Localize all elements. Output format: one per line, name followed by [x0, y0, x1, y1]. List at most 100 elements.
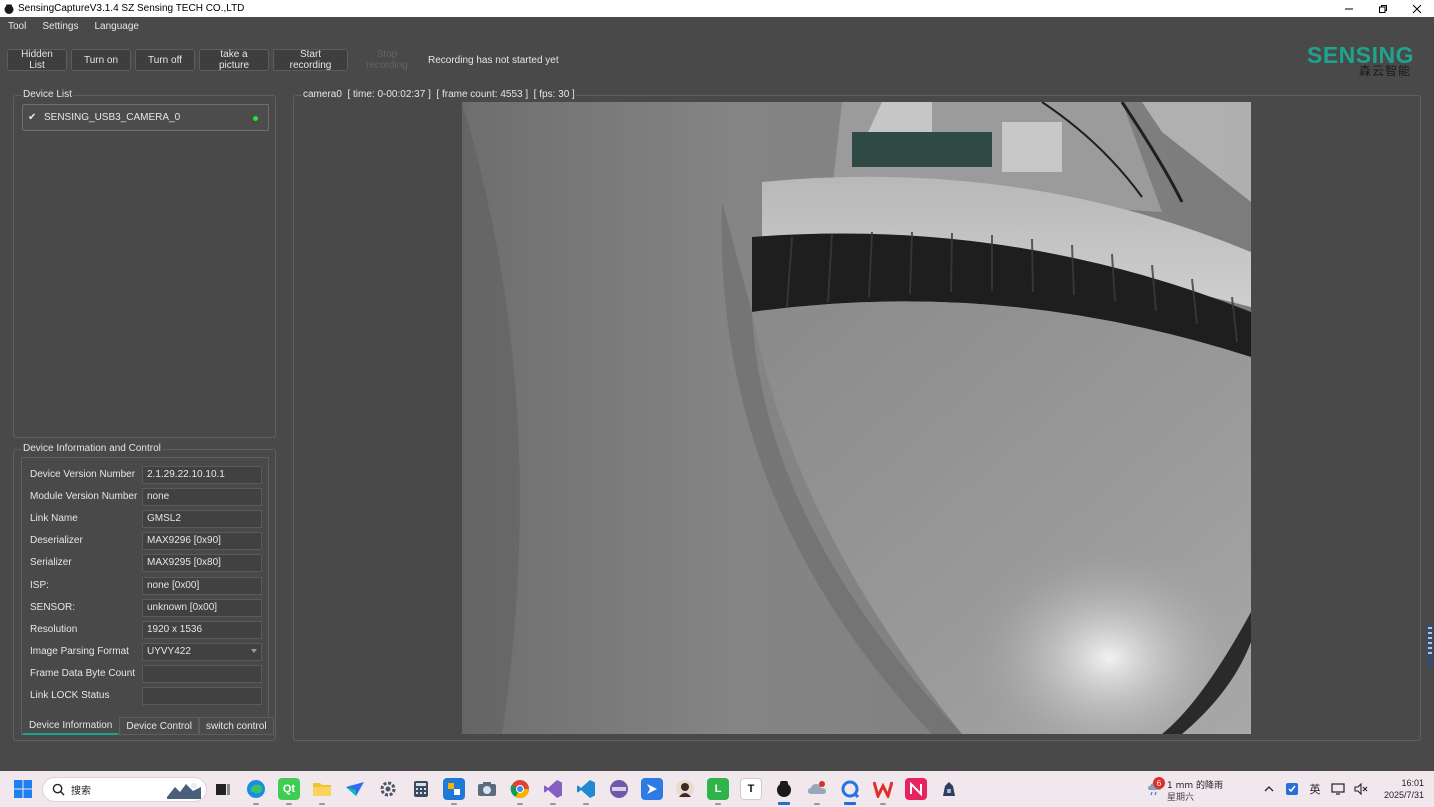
- system-tray: 英: [1262, 779, 1368, 799]
- show-hidden-icons-chevron-up-icon[interactable]: [1262, 782, 1276, 796]
- device-list-panel: Device List ✔ SENSING_USB3_CAMERA_0: [13, 89, 276, 438]
- app-arrow-icon[interactable]: [641, 778, 663, 800]
- camera-image: [462, 102, 1251, 734]
- device-list-title: Device List: [22, 89, 73, 101]
- info-label: Resolution: [30, 624, 78, 635]
- search-placeholder: 搜索: [71, 786, 91, 797]
- calculator-icon[interactable]: [410, 778, 432, 800]
- menu-settings[interactable]: Settings: [34, 21, 86, 32]
- info-label: Device Version Number: [30, 469, 136, 480]
- hidden-list-button[interactable]: Hidden List: [7, 49, 67, 71]
- serializer-field[interactable]: MAX9295 [0x80]: [142, 553, 262, 572]
- start-recording-button[interactable]: Start recording: [273, 49, 348, 71]
- tray-app-icon[interactable]: [1285, 782, 1299, 796]
- app-green-icon[interactable]: L: [707, 778, 729, 805]
- info-label: Image Parsing Format: [30, 646, 129, 657]
- isp-field[interactable]: none [0x00]: [142, 576, 262, 595]
- app-dark-icon[interactable]: [938, 778, 960, 800]
- take-picture-button[interactable]: take a picture: [199, 49, 269, 71]
- module-version-field[interactable]: none: [142, 487, 262, 506]
- taskbar-clock[interactable]: 16:01 2025/7/31: [1372, 777, 1424, 801]
- link-lock-status-field[interactable]: [142, 686, 262, 705]
- weather-line2: 星期六: [1167, 793, 1195, 803]
- weather-badge: 6: [1153, 777, 1165, 789]
- sensor-field[interactable]: unknown [0x00]: [142, 598, 262, 617]
- clock-date: 2025/7/31: [1383, 790, 1424, 800]
- side-drag-handle[interactable]: [1426, 624, 1434, 668]
- turn-off-button[interactable]: Turn off: [135, 49, 195, 71]
- app-purple-icon[interactable]: [608, 778, 630, 800]
- app-loop-icon[interactable]: [839, 778, 861, 805]
- sensingcapture-icon[interactable]: [773, 778, 795, 805]
- camera-preview[interactable]: [462, 102, 1251, 734]
- turn-on-button[interactable]: Turn on: [71, 49, 131, 71]
- feishu-icon[interactable]: [344, 778, 366, 800]
- tab-device-control[interactable]: Device Control: [119, 717, 199, 735]
- typora-icon[interactable]: T: [740, 778, 762, 800]
- start-button[interactable]: [14, 780, 32, 798]
- image-format-value: UYVY422: [147, 646, 191, 657]
- vscode-icon[interactable]: [575, 778, 597, 805]
- menu-bar: Tool Settings Language: [0, 17, 1434, 36]
- restore-icon: [1379, 4, 1387, 13]
- app-pink-icon[interactable]: [905, 778, 927, 800]
- volume-muted-icon[interactable]: [1354, 782, 1368, 796]
- wps-icon[interactable]: [872, 778, 894, 805]
- edge-icon[interactable]: [245, 778, 267, 805]
- chrome-icon[interactable]: [509, 778, 531, 805]
- deserializer-field[interactable]: MAX9296 [0x90]: [142, 531, 262, 550]
- chevron-down-icon: [251, 648, 257, 653]
- info-label: Deserializer: [30, 535, 83, 546]
- task-view-icon[interactable]: [212, 778, 234, 800]
- toolbar: Hidden List Turn on Turn off take a pict…: [7, 49, 559, 71]
- info-label: Frame Data Byte Count: [30, 668, 136, 679]
- app-store-icon[interactable]: [443, 778, 465, 805]
- resolution-field[interactable]: 1920 x 1536: [142, 620, 262, 639]
- info-row: Module Version Number none: [22, 487, 270, 506]
- app-icon: [3, 3, 15, 15]
- info-row: Link LOCK Status: [22, 686, 270, 705]
- close-icon: [1412, 4, 1422, 13]
- device-info-panel: Device Information and Control Device Ve…: [13, 443, 276, 741]
- restore-button[interactable]: [1366, 0, 1400, 17]
- menu-language[interactable]: Language: [87, 21, 148, 32]
- minimize-button[interactable]: [1332, 0, 1366, 17]
- taskbar-search[interactable]: 搜索: [42, 777, 207, 802]
- app-cloud-icon[interactable]: [806, 778, 828, 805]
- ime-indicator[interactable]: 英: [1308, 782, 1322, 796]
- visual-studio-icon[interactable]: [542, 778, 564, 805]
- weather-widget[interactable]: 6 1 mm 的降雨 星期六: [1145, 777, 1235, 803]
- info-label: ISP:: [30, 580, 49, 591]
- stop-recording-button[interactable]: Stop recording: [352, 49, 422, 71]
- info-label: Link LOCK Status: [30, 690, 110, 701]
- frame-byte-count-field[interactable]: [142, 664, 262, 683]
- menu-tool[interactable]: Tool: [0, 21, 34, 32]
- device-name: SENSING_USB3_CAMERA_0: [44, 112, 181, 123]
- checkmark-icon: ✔: [28, 112, 37, 123]
- tab-device-information[interactable]: Device Information: [22, 717, 120, 735]
- network-icon[interactable]: [1331, 782, 1345, 796]
- link-name-field[interactable]: GMSL2: [142, 509, 262, 528]
- device-version-field[interactable]: 2.1.29.22.10.10.1: [142, 465, 262, 484]
- info-tabs: Device Information Device Control switch…: [22, 717, 274, 735]
- minimize-icon: [1345, 8, 1353, 9]
- image-format-select[interactable]: UYVY422: [142, 642, 262, 661]
- camera-header: camera0 [ time: 0-00:02:37 ] [ frame cou…: [302, 89, 576, 100]
- qt-creator-icon[interactable]: Qt: [278, 778, 300, 805]
- windows-icon: [14, 780, 32, 798]
- close-button[interactable]: [1400, 0, 1434, 17]
- avatar-app-icon[interactable]: [674, 778, 696, 800]
- device-info-title: Device Information and Control: [22, 443, 162, 455]
- settings-icon[interactable]: [377, 778, 399, 800]
- info-row: Frame Data Byte Count: [22, 664, 270, 683]
- device-list-item[interactable]: ✔ SENSING_USB3_CAMERA_0: [22, 104, 269, 131]
- device-info-content: Device Version Number 2.1.29.22.10.10.1 …: [21, 457, 269, 735]
- camera-icon[interactable]: [476, 778, 498, 800]
- window-title: SensingCaptureV3.1.4 SZ Sensing TECH CO.…: [18, 3, 245, 14]
- status-indicator-icon: [253, 116, 258, 121]
- info-row: Link Name GMSL2: [22, 509, 270, 528]
- sensing-logo: SENSING 森云智能: [1307, 42, 1419, 78]
- info-row: ISP: none [0x00]: [22, 576, 270, 595]
- file-explorer-icon[interactable]: [311, 778, 333, 805]
- tab-switch-control[interactable]: switch control: [198, 717, 274, 735]
